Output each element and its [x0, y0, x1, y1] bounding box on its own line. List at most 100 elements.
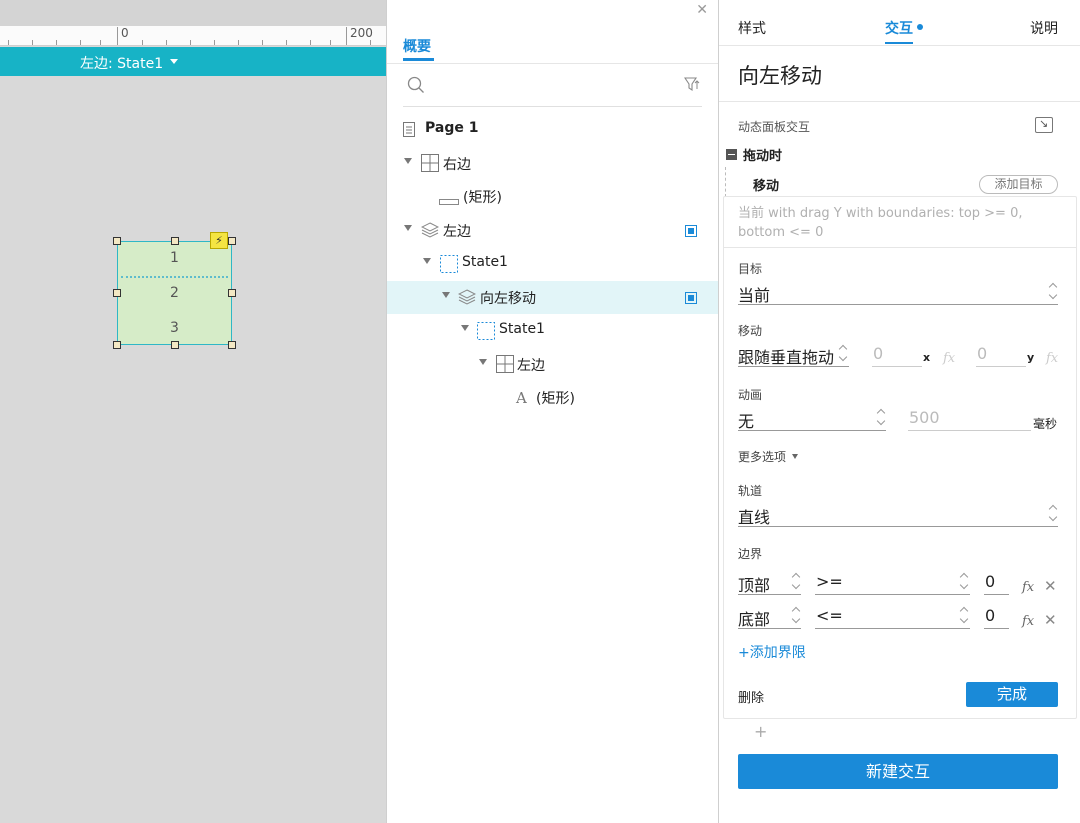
tree-item-label: (矩形)	[463, 190, 502, 206]
resize-handle-top-left[interactable]	[113, 237, 121, 245]
tree-item-label: State1	[499, 321, 545, 337]
expand-icon[interactable]	[1035, 117, 1053, 133]
caret-down-icon[interactable]	[442, 292, 450, 298]
state-selector-label[interactable]: 左边: State1	[80, 53, 163, 73]
animation-select[interactable]: 无	[738, 408, 858, 432]
caret-down-icon[interactable]	[461, 325, 469, 331]
move-label: 移动	[738, 324, 763, 338]
resize-handle-right[interactable]	[228, 289, 236, 297]
widget-name[interactable]: 向左移动	[738, 60, 822, 90]
dropdown-arrows-icon[interactable]	[792, 607, 802, 623]
tree-item-state1-nested[interactable]: State1	[387, 314, 718, 347]
tab-outline[interactable]: 概要	[403, 36, 431, 56]
active-tab-indicator	[885, 42, 913, 44]
divider	[387, 63, 718, 64]
state-icon	[440, 255, 458, 277]
boundary-value-input[interactable]: 0	[985, 572, 1005, 591]
modified-dot-indicator	[917, 24, 923, 30]
tree-item-state1[interactable]: State1	[387, 247, 718, 280]
duration-input[interactable]: 500	[909, 408, 989, 427]
divider	[723, 247, 1077, 248]
field-underline	[908, 430, 1031, 431]
target-label: 目标	[738, 262, 763, 276]
caret-down-icon[interactable]	[404, 225, 412, 231]
boundary-operator-select[interactable]: >=	[816, 572, 876, 591]
design-canvas[interactable]: 0 200 左边: State1 1 2 3 ⚡	[0, 0, 386, 823]
dropdown-arrows-icon[interactable]	[1049, 505, 1059, 521]
move-mode-select[interactable]: 跟随垂直拖动	[738, 344, 838, 368]
tree-connector	[725, 167, 726, 197]
target-select[interactable]: 当前	[738, 282, 1038, 306]
delete-button[interactable]: 删除	[738, 687, 764, 706]
dropdown-arrows-icon[interactable]	[960, 607, 970, 623]
function-icon[interactable]: fx	[1022, 614, 1034, 629]
caret-down-icon[interactable]	[792, 454, 798, 459]
search-underline	[403, 106, 702, 107]
search-icon[interactable]	[407, 76, 425, 98]
add-boundary-link[interactable]: +添加界限	[738, 642, 806, 662]
panel-state-bar[interactable]: 左边: State1	[0, 47, 386, 76]
add-action-icon[interactable]: +	[754, 722, 767, 741]
collapse-icon[interactable]	[726, 149, 737, 160]
tree-item-text-rectangle[interactable]: A (矩形)	[387, 381, 718, 414]
tree-item-right-table[interactable]: 右边	[387, 147, 718, 180]
tree-item-left-table[interactable]: 左边	[387, 348, 718, 381]
close-icon[interactable]: ✕	[696, 2, 708, 18]
resize-handle-bottom-right[interactable]	[228, 341, 236, 349]
boundary-side-select[interactable]: 底部	[738, 606, 778, 630]
y-suffix: y	[1027, 351, 1035, 364]
function-icon[interactable]: fx	[943, 351, 955, 366]
caret-down-icon[interactable]	[479, 359, 487, 365]
field-underline	[738, 430, 886, 431]
dynamic-panel-icon	[420, 222, 440, 242]
tab-style[interactable]: 样式	[738, 18, 766, 38]
tab-interactions[interactable]: 交互	[885, 18, 913, 38]
tree-item-move-left-panel[interactable]: 向左移动	[387, 281, 718, 314]
x-suffix: x	[923, 351, 931, 364]
function-icon[interactable]: fx	[1046, 351, 1058, 366]
resize-handle-bottom-left[interactable]	[113, 341, 121, 349]
resize-handle-top-right[interactable]	[228, 237, 236, 245]
resize-handle-bottom[interactable]	[171, 341, 179, 349]
tree-item-rectangle[interactable]: (矩形)	[387, 180, 718, 213]
resize-handle-left[interactable]	[113, 289, 121, 297]
dropdown-arrows-icon[interactable]	[877, 409, 887, 425]
tree-item-label: 左边	[443, 224, 471, 240]
add-target-button[interactable]: 添加目标	[979, 175, 1058, 194]
field-underline	[976, 366, 1026, 367]
field-underline	[738, 304, 1058, 305]
row-divider	[121, 276, 228, 278]
dynamic-panel-widget[interactable]: 1 2 3	[117, 241, 232, 345]
remove-icon[interactable]: ✕	[1044, 577, 1057, 595]
caret-down-icon[interactable]	[404, 158, 412, 164]
dropdown-arrows-icon[interactable]	[960, 573, 970, 589]
more-options-toggle[interactable]: 更多选项	[738, 448, 786, 465]
move-y-input[interactable]: 0	[977, 344, 1007, 363]
remove-icon[interactable]: ✕	[1044, 611, 1057, 629]
lightning-icon[interactable]: ⚡	[210, 232, 228, 249]
action-label[interactable]: 移动	[753, 175, 779, 194]
event-label[interactable]: 拖动时	[743, 145, 782, 164]
tree-item-label: 左边	[517, 358, 545, 374]
track-select[interactable]: 直线	[738, 504, 1038, 528]
new-interaction-button[interactable]: 新建交互	[738, 754, 1058, 789]
boundary-side-select[interactable]: 顶部	[738, 572, 778, 596]
done-button[interactable]: 完成	[966, 682, 1058, 707]
caret-down-icon[interactable]	[423, 258, 431, 264]
dropdown-arrows-icon[interactable]	[792, 573, 802, 589]
field-underline	[815, 628, 970, 629]
resize-handle-top[interactable]	[171, 237, 179, 245]
panel-visibility-badge[interactable]	[685, 225, 697, 237]
move-x-input[interactable]: 0	[873, 344, 903, 363]
function-icon[interactable]: fx	[1022, 580, 1034, 595]
boundary-operator-select[interactable]: <=	[816, 606, 876, 625]
panel-visibility-badge[interactable]	[685, 292, 697, 304]
tree-item-page[interactable]: Page 1	[387, 113, 718, 146]
caret-down-icon[interactable]	[170, 59, 178, 64]
filter-icon[interactable]	[683, 76, 700, 96]
boundary-value-input[interactable]: 0	[985, 606, 1005, 625]
tree-item-left-panel[interactable]: 左边	[387, 214, 718, 247]
dropdown-arrows-icon[interactable]	[839, 345, 849, 361]
tab-notes[interactable]: 说明	[1030, 18, 1058, 38]
dropdown-arrows-icon[interactable]	[1049, 283, 1059, 299]
